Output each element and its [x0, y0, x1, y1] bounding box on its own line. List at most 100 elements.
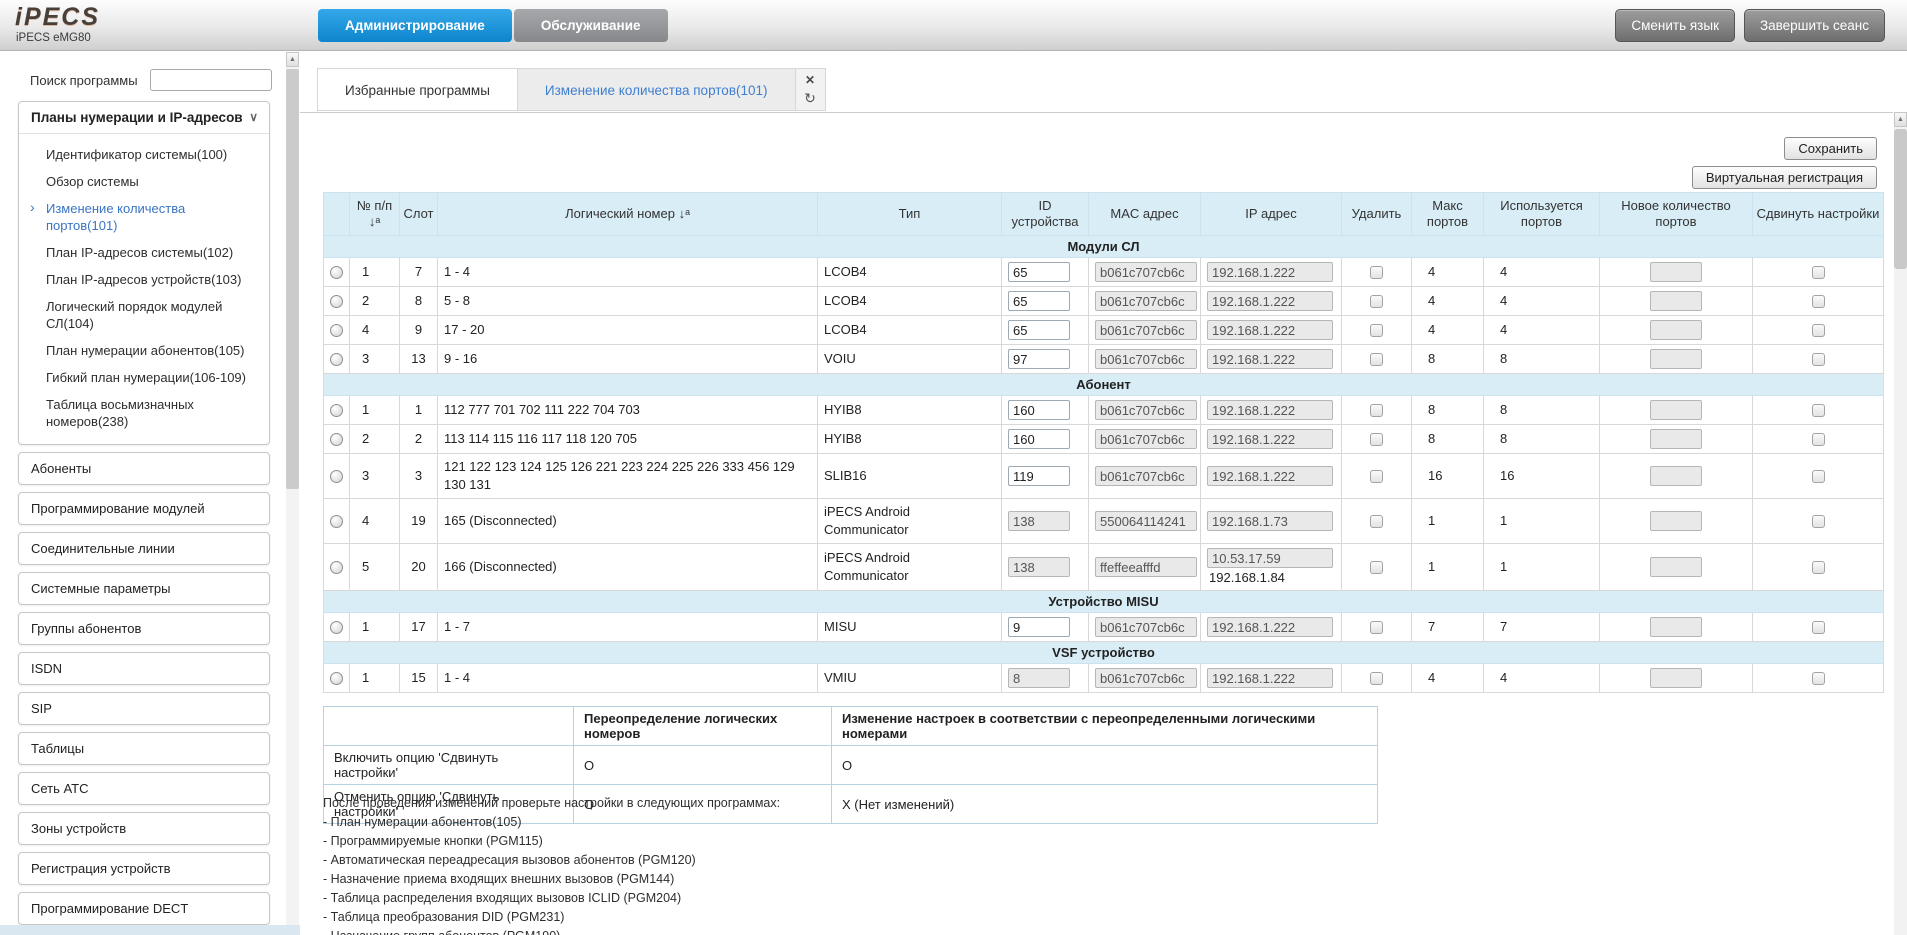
sidebar-item[interactable]: ›Изменение количества портов(101)	[19, 195, 263, 239]
column-header[interactable]: Логический номер ↓ᵃ	[438, 193, 818, 236]
sidebar-item[interactable]: Обзор системы	[19, 168, 263, 195]
delete-checkbox[interactable]	[1370, 295, 1383, 308]
delete-checkbox[interactable]	[1370, 515, 1383, 528]
shift-settings-checkbox[interactable]	[1812, 404, 1825, 417]
sidebar-section-header[interactable]: Регистрация устройств	[19, 853, 269, 884]
cell-shift-settings	[1753, 258, 1884, 287]
device-id-input[interactable]	[1008, 262, 1070, 282]
sidebar-section-header[interactable]: Соединительные линии	[19, 533, 269, 564]
sidebar-item[interactable]: Гибкий план нумерации(106-109)	[19, 364, 263, 391]
tab-change-port-count[interactable]: Изменение количества портов(101)	[517, 68, 796, 111]
sidebar-section-header[interactable]: Планы нумерации и IP-адресов∨	[19, 102, 269, 134]
delete-checkbox[interactable]	[1370, 324, 1383, 337]
cell-shift-settings	[1753, 454, 1884, 499]
row-select-radio[interactable]	[330, 621, 343, 634]
sidebar-section-header[interactable]: Таблицы	[19, 733, 269, 764]
cell-ip-address	[1201, 425, 1342, 454]
delete-checkbox[interactable]	[1370, 470, 1383, 483]
sidebar-item[interactable]: План IP-адресов системы(102)	[19, 239, 263, 266]
shift-settings-checkbox[interactable]	[1812, 621, 1825, 634]
device-id-input[interactable]	[1008, 291, 1070, 311]
row-select-radio[interactable]	[330, 672, 343, 685]
program-search-input[interactable]	[150, 69, 272, 91]
sidebar-item[interactable]: Таблица восьмизначных номеров(238)	[19, 391, 263, 435]
shift-settings-checkbox[interactable]	[1812, 324, 1825, 337]
row-select-radio[interactable]	[330, 515, 343, 528]
device-id-input[interactable]	[1008, 349, 1070, 369]
cell-mac-address	[1089, 258, 1201, 287]
delete-checkbox[interactable]	[1370, 404, 1383, 417]
shift-settings-checkbox[interactable]	[1812, 353, 1825, 366]
sidebar-item[interactable]: План IP-адресов устройств(103)	[19, 266, 263, 293]
save-button[interactable]: Сохранить	[1784, 137, 1877, 160]
end-session-button[interactable]: Завершить сеанс	[1744, 9, 1885, 42]
delete-checkbox[interactable]	[1370, 353, 1383, 366]
delete-checkbox[interactable]	[1370, 672, 1383, 685]
delete-checkbox[interactable]	[1370, 433, 1383, 446]
nav-tab-maintenance[interactable]: Обслуживание	[514, 9, 668, 42]
row-select-radio[interactable]	[330, 353, 343, 366]
sidebar-item[interactable]: Идентификатор системы(100)	[19, 141, 263, 168]
delete-checkbox[interactable]	[1370, 621, 1383, 634]
device-id-input[interactable]	[1008, 320, 1070, 340]
row-select-radio[interactable]	[330, 470, 343, 483]
sidebar-section-header[interactable]: Сеть АТС	[19, 773, 269, 804]
sidebar-section-header[interactable]: Программирование DECT	[19, 893, 269, 924]
main-scroll-up-icon[interactable]: ▲	[1894, 112, 1907, 127]
note-item: - Программируемые кнопки (PGM115)	[323, 833, 780, 850]
sidebar-horizontal-scrollbar[interactable]	[0, 925, 300, 935]
device-id-input[interactable]	[1008, 466, 1070, 486]
shift-settings-checkbox[interactable]	[1812, 470, 1825, 483]
shift-settings-checkbox[interactable]	[1812, 672, 1825, 685]
shift-settings-checkbox[interactable]	[1812, 561, 1825, 574]
refresh-tab-icon[interactable]: ↻	[804, 91, 816, 105]
device-id-input[interactable]	[1008, 400, 1070, 420]
shift-settings-checkbox[interactable]	[1812, 515, 1825, 528]
shift-settings-checkbox[interactable]	[1812, 266, 1825, 279]
shift-settings-checkbox[interactable]	[1812, 295, 1825, 308]
cell-used-ports: 8	[1484, 396, 1600, 425]
sidebar-item[interactable]: Логический порядок модулей СЛ(104)	[19, 293, 263, 337]
sidebar-section-header[interactable]: Абоненты	[19, 453, 269, 484]
main-scrollbar[interactable]: ▲	[1894, 112, 1907, 935]
change-language-button[interactable]: Сменить язык	[1615, 9, 1735, 42]
sidebar-scrollbar[interactable]: ▲	[286, 52, 299, 925]
sidebar-section-header[interactable]: SIP	[19, 693, 269, 724]
sidebar-item[interactable]: План нумерации абонентов(105)	[19, 337, 263, 364]
main-scrollbar-thumb[interactable]	[1894, 129, 1907, 269]
sidebar-scrollbar-thumb[interactable]	[286, 69, 299, 489]
row-select-radio[interactable]	[330, 433, 343, 446]
row-select-radio[interactable]	[330, 295, 343, 308]
cell-type: VOIU	[818, 345, 1002, 374]
sidebar-section-header[interactable]: Группы абонентов	[19, 613, 269, 644]
device-id-input[interactable]	[1008, 429, 1070, 449]
sort-ascending-icon[interactable]: ↓ᵃ	[369, 214, 380, 229]
row-select-radio[interactable]	[330, 266, 343, 279]
sidebar-section-header[interactable]: ISDN	[19, 653, 269, 684]
sidebar-section-header[interactable]: Программирование модулей	[19, 493, 269, 524]
scroll-up-icon[interactable]: ▲	[286, 52, 299, 67]
device-id-input[interactable]	[1008, 617, 1070, 637]
row-select-radio[interactable]	[330, 561, 343, 574]
virtual-registration-button[interactable]: Виртуальная регистрация	[1692, 166, 1877, 189]
close-tab-icon[interactable]: ✕	[805, 74, 815, 86]
shift-settings-checkbox[interactable]	[1812, 433, 1825, 446]
sidebar-item-label: Обзор системы	[46, 174, 139, 189]
new-port-count-input	[1650, 429, 1702, 449]
nav-tab-administration[interactable]: Администрирование	[318, 9, 512, 42]
row-select-radio[interactable]	[330, 324, 343, 337]
delete-checkbox[interactable]	[1370, 266, 1383, 279]
delete-checkbox[interactable]	[1370, 561, 1383, 574]
app-header: iPECS iPECS eMG80 Администрирование Обсл…	[0, 0, 1907, 51]
summary-column-header	[324, 707, 574, 746]
sidebar-section: SIP	[18, 692, 270, 725]
column-header[interactable]: № п/п ↓ᵃ	[350, 193, 400, 236]
row-select-radio[interactable]	[330, 404, 343, 417]
sort-ascending-icon[interactable]: ↓ᵃ	[679, 206, 690, 221]
cell-ip-address	[1201, 345, 1342, 374]
sidebar-section-header[interactable]: Зоны устройств	[19, 813, 269, 844]
sidebar-section-header[interactable]: Системные параметры	[19, 573, 269, 604]
ip-address-input	[1207, 262, 1333, 282]
tab-favorite-programs[interactable]: Избранные программы	[317, 68, 517, 111]
column-header: Тип	[818, 193, 1002, 236]
